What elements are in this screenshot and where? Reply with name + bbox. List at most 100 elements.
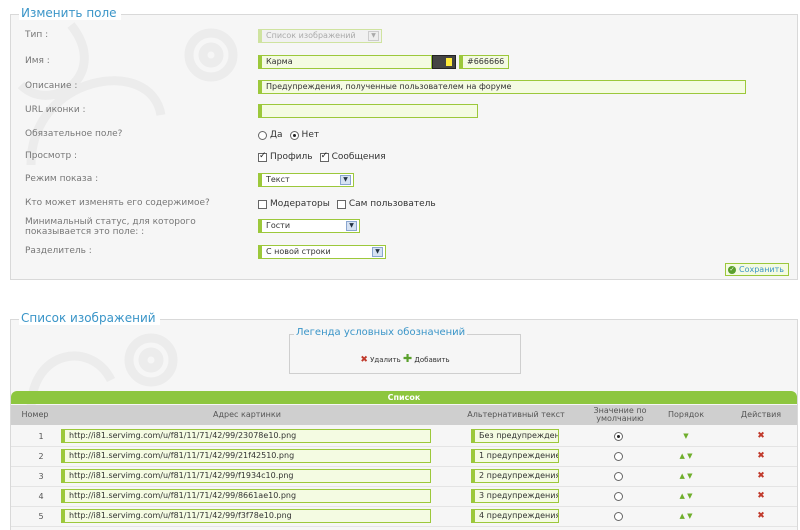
type-label: Тип :	[25, 30, 49, 40]
default-radio[interactable]	[614, 471, 623, 481]
separator-row: Разделитель : С новой строки ▼	[11, 243, 797, 261]
image-url-input[interactable]: http://i81.servimg.com/u/f81/11/71/42/99…	[61, 469, 431, 483]
table-header: Номер Адрес картинки Альтернативный текс…	[11, 405, 797, 425]
delete-icon[interactable]: ✖	[757, 471, 765, 481]
alt-text-input[interactable]: 2 предупреждения	[471, 469, 559, 483]
description-input[interactable]: Предупреждения, полученные пользователем…	[258, 80, 746, 94]
table-title-bar: Список	[11, 391, 797, 404]
table-row: 3 http://i81.servimg.com/u/f81/11/71/42/9…	[11, 467, 797, 485]
default-radio[interactable]	[614, 491, 623, 501]
default-radio[interactable]	[614, 451, 623, 461]
legend-delete-label: Удалить	[370, 356, 401, 364]
view-row: Просмотр : Профиль Сообщения	[11, 148, 797, 166]
min-status-label: Минимальный статус, для которого показыв…	[25, 217, 196, 237]
view-messages-option[interactable]: Сообщения	[319, 151, 386, 162]
color-hex-input[interactable]: #666666	[459, 55, 509, 69]
type-row: Тип : Список изображений ▼	[11, 27, 797, 45]
delete-icon[interactable]: ✖	[757, 511, 765, 521]
who-moderators-label: Модераторы	[270, 199, 330, 209]
required-no-option[interactable]: Нет	[289, 130, 320, 140]
alt-text-input[interactable]: Без предупреждений	[471, 429, 559, 443]
min-status-value: Гости	[266, 221, 291, 230]
image-url-input[interactable]: http://i81.servimg.com/u/f81/11/71/42/99…	[61, 449, 431, 463]
who-can-edit-row: Кто может изменять его содержимое? Модер…	[11, 195, 797, 213]
required-yes-radio[interactable]	[258, 130, 267, 140]
who-moderators-checkbox[interactable]	[258, 199, 267, 209]
column-header-alt: Альтернативный текст	[467, 410, 565, 419]
order-arrows-icon[interactable]: ▲ ▼	[651, 447, 721, 465]
display-mode-label: Режим показа :	[25, 174, 99, 184]
legend-items: ✖ Удалить ✚ Добавить	[290, 352, 520, 365]
who-self-option[interactable]: Сам пользователь	[336, 199, 436, 209]
view-messages-label: Сообщения	[331, 152, 386, 162]
view-label: Просмотр :	[25, 151, 78, 161]
chevron-down-icon: ▼	[372, 247, 383, 257]
who-moderators-option[interactable]: Модераторы	[258, 199, 330, 209]
name-row: Имя : Карма #666666	[11, 53, 797, 71]
order-arrows-icon[interactable]: ▲ ▼	[651, 507, 721, 525]
view-profile-checkbox[interactable]	[258, 151, 267, 162]
required-yes-option[interactable]: Да	[258, 130, 283, 140]
table-row: 5 http://i81.servimg.com/u/f81/11/71/42/9…	[11, 507, 797, 525]
display-mode-select[interactable]: Текст ▼	[258, 173, 354, 187]
type-select-value: Список изображений	[266, 31, 356, 40]
column-header-url: Адрес картинки	[213, 410, 281, 419]
checkmark-icon: ✓	[728, 265, 736, 274]
required-no-label: Нет	[301, 130, 320, 140]
color-swatch-indicator	[446, 58, 452, 66]
table-row: 2 http://i81.servimg.com/u/f81/11/71/42/9…	[11, 447, 797, 465]
image-url-input[interactable]: http://i81.servimg.com/u/f81/11/71/42/99…	[61, 429, 431, 443]
alt-text-input[interactable]: 1 предупреждение	[471, 449, 559, 463]
delete-icon[interactable]: ✖	[757, 451, 765, 461]
separator-value: С новой строки	[266, 247, 331, 256]
view-profile-option[interactable]: Профиль	[258, 151, 313, 162]
column-header-default: Значение по умолчанию	[593, 406, 647, 423]
separator-label: Разделитель :	[25, 246, 92, 256]
view-profile-label: Профиль	[270, 152, 313, 162]
default-radio[interactable]	[614, 431, 623, 441]
chevron-down-icon: ▼	[340, 175, 351, 185]
save-button-label: Сохранить	[739, 265, 784, 274]
min-status-select[interactable]: Гости ▼	[258, 219, 360, 233]
image-url-input[interactable]: http://i81.servimg.com/u/f81/11/71/42/99…	[61, 509, 431, 523]
icon-url-row: URL иконки :	[11, 102, 797, 120]
chevron-down-icon: ▼	[346, 221, 357, 231]
delete-icon: ✖	[360, 355, 368, 365]
required-row: Обязательное поле? Да Нет	[11, 126, 797, 144]
table-row: 4 http://i81.servimg.com/u/f81/11/71/42/9…	[11, 487, 797, 505]
save-button[interactable]: ✓ Сохранить	[725, 263, 789, 276]
image-list-title: Список изображений	[19, 311, 160, 325]
table-row: 1 http://i81.servimg.com/u/f81/11/71/42/9…	[11, 427, 797, 445]
order-arrows-icon[interactable]: ▲ ▼	[651, 487, 721, 505]
type-select[interactable]: Список изображений ▼	[258, 29, 382, 43]
who-self-label: Сам пользователь	[348, 199, 436, 209]
order-arrows-icon[interactable]: ▲ ▼	[651, 467, 721, 485]
display-mode-row: Режим показа : Текст ▼	[11, 171, 797, 189]
default-radio[interactable]	[614, 511, 623, 521]
column-header-order: Порядок	[667, 410, 705, 419]
edit-field-section: Изменить поле Тип : Список изображений ▼…	[10, 6, 798, 280]
order-arrows-icon[interactable]: ▼	[651, 427, 721, 445]
required-no-radio[interactable]	[289, 130, 299, 140]
color-picker-icon[interactable]	[432, 55, 456, 69]
separator-select[interactable]: С новой строки ▼	[258, 245, 386, 259]
view-messages-checkbox[interactable]	[319, 151, 329, 162]
legend-title: Легенда условных обозначений	[294, 327, 468, 338]
name-label: Имя :	[25, 56, 50, 66]
min-status-row: Минимальный статус, для которого показыв…	[11, 217, 797, 239]
legend-add-label: Добавить	[414, 356, 450, 364]
alt-text-input[interactable]: 3 предупреждения	[471, 489, 559, 503]
delete-icon[interactable]: ✖	[757, 431, 765, 441]
icon-url-input[interactable]	[258, 104, 478, 118]
display-mode-value: Текст	[266, 175, 290, 184]
delete-icon[interactable]: ✖	[757, 491, 765, 501]
legend-box: Легенда условных обозначений ✖ Удалить ✚…	[289, 327, 521, 374]
who-self-checkbox[interactable]	[336, 199, 346, 209]
required-yes-label: Да	[270, 130, 283, 140]
description-row: Описание : Предупреждения, полученные по…	[11, 78, 797, 96]
edit-field-title: Изменить поле	[19, 6, 121, 20]
alt-text-input[interactable]: 4 предупреждения	[471, 509, 559, 523]
image-url-input[interactable]: http://i81.servimg.com/u/f81/11/71/42/99…	[61, 489, 431, 503]
column-header-number: Номер	[21, 410, 49, 419]
name-input[interactable]: Карма	[258, 55, 432, 69]
